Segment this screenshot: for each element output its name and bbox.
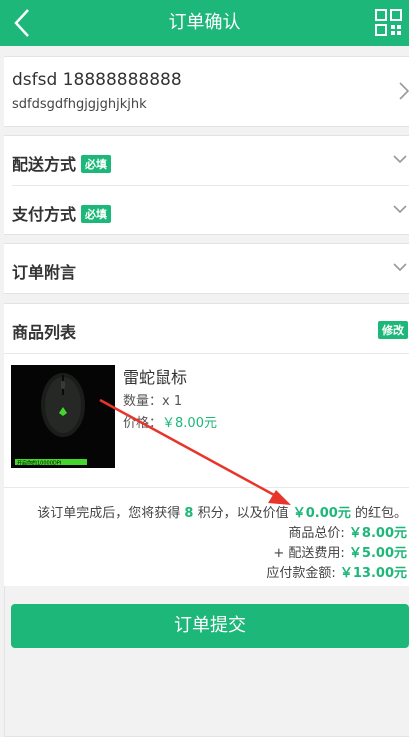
product-image[interactable]: 开启你的10000DPI [11, 365, 115, 468]
chevron-down-icon [393, 205, 407, 214]
mouse-image: 开启你的10000DPI [11, 365, 115, 468]
payment-method-label: 支付方式 [12, 205, 77, 224]
required-badge: 必填 [81, 205, 112, 223]
shipping-method-label: 配送方式 [12, 155, 77, 174]
divider [4, 353, 409, 354]
product-quantity: 数量：x 1 [123, 394, 183, 409]
submit-order-button[interactable]: 订单提交 [11, 604, 409, 648]
payable-amount: 应付款金额: ￥13.00元 [266, 566, 407, 581]
goods-list-section: 商品列表 修改 开启你的10000DPI 雷蛇鼠标 数量：x 1 价格：￥8.0… [4, 303, 409, 588]
top-header: 订单确认 [0, 0, 409, 46]
page-title: 订单确认 [168, 12, 241, 33]
goods-total: 商品总价: ￥8.00元 [288, 526, 407, 541]
reward-note: 该订单完成后，您将获得 8 积分，以及价值 ￥0.00元 的红包。 [37, 506, 407, 521]
product-image-slogan: 开启你的10000DPI [17, 460, 61, 467]
shipping-fee: + 配送费用: ￥5.00元 [273, 546, 407, 561]
address-detail: sdfdsgdfhgjgjghjkjhk [12, 97, 147, 112]
reward-points: 8 [184, 506, 194, 521]
payment-method-row[interactable]: 支付方式 必填 [4, 186, 409, 235]
product-price: 价格：￥8.00元 [123, 416, 217, 431]
order-note-label: 订单附言 [12, 263, 77, 282]
edit-goods-button[interactable]: 修改 [378, 321, 408, 339]
reward-bonus: ￥0.00元 [292, 506, 351, 521]
grid-icon[interactable] [375, 9, 403, 37]
chevron-down-icon [393, 263, 407, 272]
order-note-row[interactable]: 订单附言 [4, 243, 409, 294]
chevron-right-icon [399, 82, 409, 100]
goods-list-title: 商品列表 [12, 323, 77, 342]
address-name-phone: dsfsd 18888888888 [12, 70, 182, 90]
divider [4, 487, 409, 488]
shipping-method-row[interactable]: 配送方式 必填 [4, 136, 409, 185]
address-section[interactable]: dsfsd 18888888888 sdfdsgdfhgjgjghjkjhk [4, 56, 409, 127]
chevron-down-icon [393, 155, 407, 164]
shipping-payment-section: 配送方式 必填 支付方式 必填 [4, 135, 409, 235]
product-name[interactable]: 雷蛇鼠标 [123, 364, 187, 388]
required-badge: 必填 [81, 155, 112, 173]
